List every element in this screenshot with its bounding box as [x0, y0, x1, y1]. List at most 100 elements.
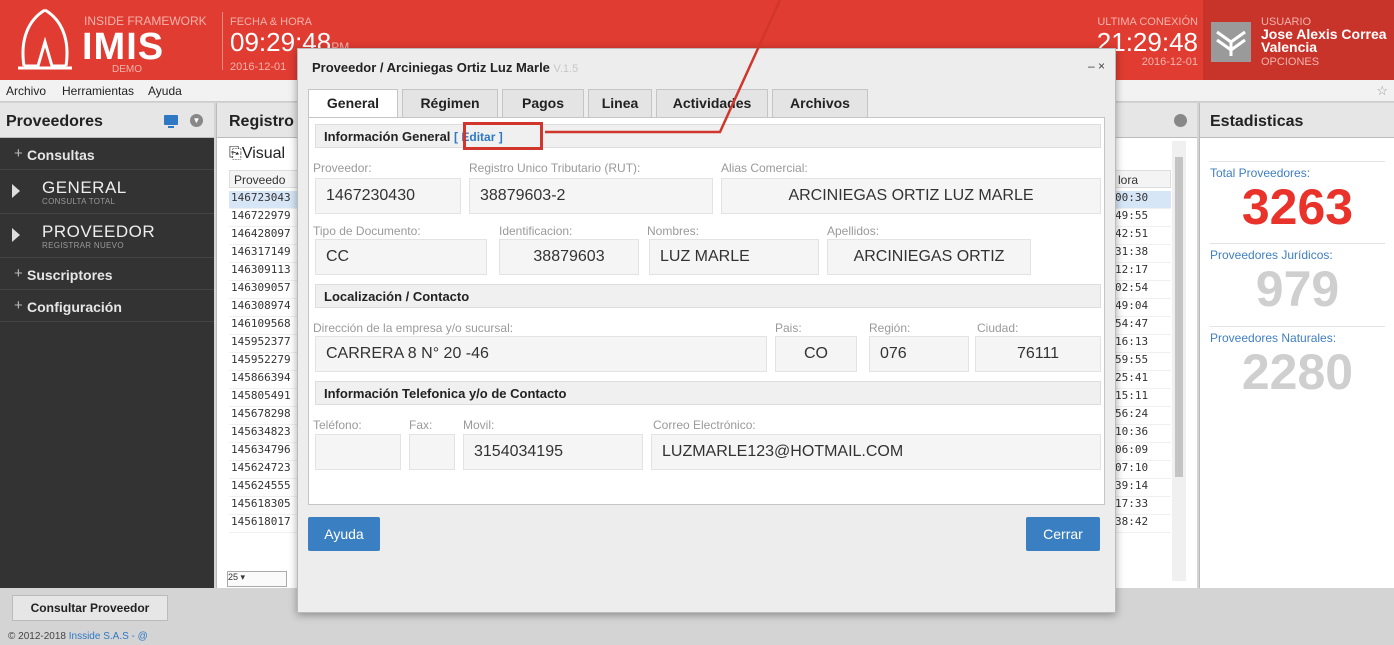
tab-linea[interactable]: Linea [588, 89, 652, 117]
stat-label: Proveedores Jurídicos: [1210, 248, 1333, 262]
nombres-field[interactable]: LUZ MARLE [649, 239, 819, 275]
region-field[interactable]: 076 [869, 336, 969, 372]
table-row[interactable]: 17:33 [1113, 497, 1171, 515]
fax-field[interactable] [409, 434, 455, 470]
visual-label: Visual [241, 145, 286, 162]
loading-spinner-icon: ☆ [1376, 83, 1388, 98]
vertical-scrollbar[interactable] [1172, 141, 1186, 581]
movil-field[interactable]: 3154034195 [463, 434, 643, 470]
table-row[interactable]: 49:55 [1113, 209, 1171, 227]
table-row[interactable]: 07:10 [1113, 461, 1171, 479]
section-title: Información General [324, 129, 451, 144]
table-row[interactable]: 31:38 [1113, 245, 1171, 263]
table-row[interactable]: 06:09 [1113, 443, 1171, 461]
menu-archivo[interactable]: Archivo [6, 84, 46, 98]
table-row[interactable]: 10:36 [1113, 425, 1171, 443]
table-row[interactable]: 59:55 [1113, 353, 1171, 371]
movil-label: Movil: [463, 418, 495, 432]
consultar-proveedor-button[interactable]: Consultar Proveedor [12, 595, 168, 621]
rut-field[interactable]: 38879603-2 [469, 178, 713, 214]
identificacion-label: Identificacion: [499, 224, 573, 238]
stat-juridicos: Proveedores Jurídicos: 979 [1210, 243, 1385, 316]
monitor-icon[interactable] [164, 115, 178, 128]
ayuda-button[interactable]: Ayuda [308, 517, 380, 551]
scroll-thumb[interactable] [1175, 157, 1183, 477]
table-row[interactable]: 00:30 [1113, 191, 1171, 209]
sidebar-section-configuracion[interactable]: + Configuración [0, 290, 214, 322]
apellidos-field[interactable]: ARCINIEGAS ORTIZ [827, 239, 1031, 275]
table-row[interactable]: 49:04 [1113, 299, 1171, 317]
table-row[interactable]: 02:54 [1113, 281, 1171, 299]
table-row[interactable]: 38:42 [1113, 515, 1171, 533]
table-row[interactable]: 56:24 [1113, 407, 1171, 425]
ciudad-field[interactable]: 76111 [975, 336, 1101, 372]
sidebar: Proveedores ▼ + Consultas GENERAL CONSUL… [0, 103, 214, 588]
stat-naturales: Proveedores Naturales: 2280 [1210, 326, 1385, 399]
direccion-field[interactable]: CARRERA 8 N° 20 -46 [315, 336, 767, 372]
user-menu[interactable]: USUARIO Jose Alexis Correa Valencia OPCI… [1203, 0, 1394, 80]
tab-archivos[interactable]: Archivos [772, 89, 868, 117]
region-label: Región: [869, 321, 911, 335]
sidebar-item-title: GENERAL [42, 178, 127, 197]
stat-value: 3263 [1241, 179, 1354, 235]
header-divider [222, 12, 223, 70]
table-row[interactable]: 25:41 [1113, 371, 1171, 389]
play-icon [12, 184, 20, 198]
plus-icon: + [14, 145, 23, 162]
demo-label: DEMO [112, 64, 142, 75]
telefono-field[interactable] [315, 434, 401, 470]
sidebar-section-label: Consultas [27, 147, 95, 163]
tab-pagos[interactable]: Pagos [502, 89, 584, 117]
dialog-window-controls[interactable]: – × [1088, 59, 1105, 73]
sidebar-section-consultas[interactable]: + Consultas [0, 138, 214, 170]
table-rows-right: 00:30 49:55 42:51 31:38 12:17 02:54 49:04 54:47… [1113, 191, 1171, 533]
menu-herramientas[interactable]: Herramientas [62, 84, 134, 98]
sidebar-section-suscriptores[interactable]: + Suscriptores [0, 258, 214, 290]
table-row[interactable]: 54:47 [1113, 317, 1171, 335]
direccion-label: Dirección de la empresa y/o sucursal: [313, 321, 514, 335]
table-row[interactable]: 16:13 [1113, 335, 1171, 353]
imis-logo-icon [18, 8, 72, 70]
collapse-icon[interactable] [1174, 114, 1187, 127]
menu-ayuda[interactable]: Ayuda [148, 84, 182, 98]
pais-field[interactable]: CO [775, 336, 857, 372]
table-row[interactable]: 42:51 [1113, 227, 1171, 245]
tipo-documento-field[interactable]: CC [315, 239, 487, 275]
table-row[interactable]: 39:14 [1113, 479, 1171, 497]
tab-general[interactable]: General [308, 89, 398, 118]
identificacion-field[interactable]: 38879603 [499, 239, 639, 275]
table-row[interactable]: 12:17 [1113, 263, 1171, 281]
correo-field[interactable]: LUZMARLE123@HOTMAIL.COM [651, 434, 1101, 470]
section-title: Localización / Contacto [324, 289, 470, 304]
company-logo-icon [1211, 22, 1251, 62]
user-name: Jose Alexis Correa Valencia [1261, 26, 1387, 55]
app-name: IMIS [82, 26, 165, 68]
tipo-documento-label: Tipo de Documento: [313, 224, 421, 238]
registro-title: Registro [229, 113, 294, 130]
column-header-hora[interactable]: lora [1113, 170, 1171, 188]
table-row[interactable]: 15:11 [1113, 389, 1171, 407]
nombres-label: Nombres: [647, 224, 700, 238]
tab-actividades[interactable]: Actividades [656, 89, 768, 117]
tab-regimen[interactable]: Régimen [402, 89, 498, 117]
section-informacion-general: Información General [ Editar ] [315, 124, 1101, 148]
stat-label: Total Proveedores: [1210, 166, 1311, 180]
company-link[interactable]: Insside S.A.S - @ [69, 631, 148, 642]
estadisticas-panel: Estadisticas Total Proveedores: 3263 Pro… [1199, 103, 1394, 588]
sidebar-item-proveedor[interactable]: PROVEEDOR REGISTRAR NUEVO [0, 214, 214, 258]
stats-title: Estadisticas [1210, 113, 1304, 130]
stat-total: Total Proveedores: 3263 [1210, 161, 1385, 234]
proveedor-field[interactable]: 1467230430 [315, 178, 461, 214]
correo-label: Correo Electrónico: [653, 418, 756, 432]
section-title: Información Telefonica y/o de Contacto [324, 386, 567, 401]
cerrar-button[interactable]: Cerrar [1026, 517, 1100, 551]
page-size-select[interactable]: 25 ▾ [227, 571, 287, 587]
sidebar-item-general[interactable]: GENERAL CONSULTA TOTAL [0, 170, 214, 214]
collapse-icon[interactable]: ▼ [190, 114, 203, 127]
alias-field[interactable]: ARCINIEGAS ORTIZ LUZ MARLE [721, 178, 1101, 214]
visual-button[interactable]: ⎘Visual [229, 145, 285, 163]
sidebar-section-label: Suscriptores [27, 267, 113, 283]
stat-label: Proveedores Naturales: [1210, 331, 1337, 345]
options-link[interactable]: OPCIONES [1261, 56, 1394, 68]
alias-label: Alias Comercial: [721, 161, 808, 175]
